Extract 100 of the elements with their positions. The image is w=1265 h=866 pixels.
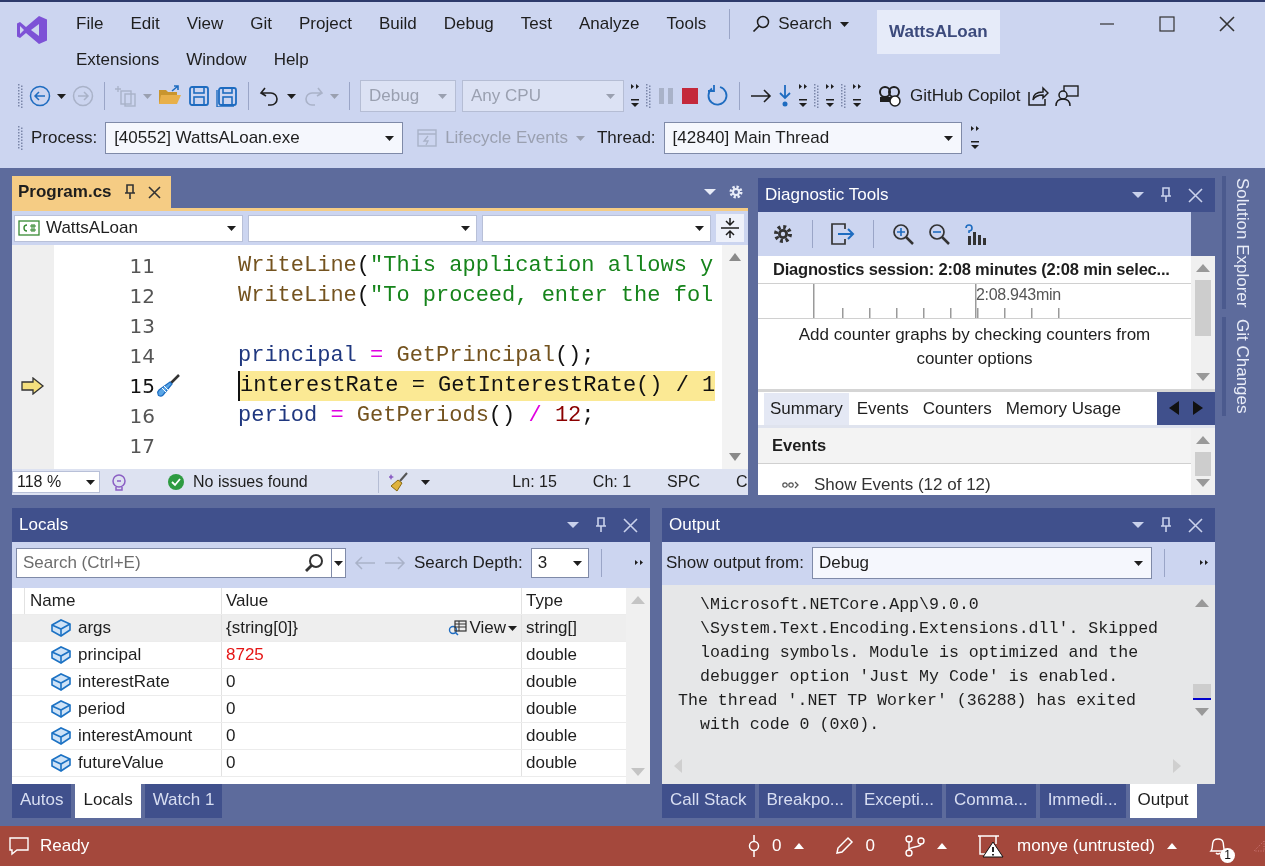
step-into-icon[interactable]	[778, 84, 792, 108]
reset-zoom-icon[interactable]	[964, 223, 986, 245]
column-header[interactable]: Value	[222, 588, 522, 614]
pending-changes[interactable]: 0	[833, 836, 876, 856]
tab[interactable]: Breakpo...	[758, 784, 853, 818]
scroll-left-icon[interactable]	[1169, 401, 1179, 416]
tab[interactable]: Output	[1129, 784, 1197, 818]
thread-dropdown[interactable]: [42840] Main Thread	[663, 122, 962, 154]
toolbar-grip[interactable]	[814, 83, 819, 109]
tab[interactable]: Locals	[75, 784, 141, 818]
output-source-dropdown[interactable]: Debug	[811, 547, 1152, 579]
side-tab[interactable]: Solution Explorer	[1222, 176, 1258, 310]
variable-row[interactable]: period 0 double	[12, 696, 626, 723]
scroll-down-icon[interactable]	[1196, 479, 1210, 487]
encoding-indicator[interactable]: C	[736, 473, 748, 491]
arrow-right-icon[interactable]	[750, 88, 772, 104]
menu-item[interactable]: Test	[510, 14, 562, 34]
variable-row[interactable]: interestAmount 0 double	[12, 723, 626, 750]
cleanup-icon[interactable]	[388, 472, 411, 492]
toolbar-grip[interactable]	[646, 83, 651, 109]
scrollbar-thumb[interactable]	[1195, 452, 1211, 476]
menu-item[interactable]: Extensions	[66, 50, 170, 70]
save-icon[interactable]	[188, 85, 210, 107]
settings-icon[interactable]	[772, 223, 794, 245]
tab[interactable]: Watch 1	[144, 784, 223, 818]
scrollbar[interactable]	[722, 245, 748, 469]
settings-icon[interactable]	[728, 184, 744, 200]
scroll-right-icon[interactable]	[1193, 401, 1203, 416]
search-button[interactable]: Search	[746, 10, 856, 38]
depth-dropdown[interactable]: 3	[530, 548, 589, 578]
menu-item[interactable]: Analyze	[569, 14, 650, 34]
overflow-icon[interactable]	[969, 125, 980, 151]
toolbar-grip[interactable]	[18, 83, 23, 109]
branch-button[interactable]	[905, 835, 948, 857]
search-field[interactable]: Search (Ctrl+E)	[16, 548, 332, 578]
share-icon[interactable]	[1026, 85, 1049, 107]
tab[interactable]: Call Stack	[662, 784, 755, 818]
restart-icon[interactable]	[705, 84, 729, 108]
tab[interactable]: Summary	[764, 393, 849, 425]
folder-icon[interactable]	[158, 85, 182, 107]
scroll-down-icon[interactable]	[1196, 372, 1210, 381]
output-icon[interactable]	[8, 836, 30, 856]
scroll-down-icon[interactable]	[729, 453, 741, 461]
variable-row[interactable]: args {string[0]} View string[]	[12, 615, 626, 642]
stop-icon[interactable]	[681, 87, 699, 105]
caret-icon[interactable]	[793, 843, 804, 849]
line-indicator[interactable]: Ln: 15	[512, 473, 557, 491]
issues-text[interactable]: No issues found	[193, 473, 308, 491]
column-indicator[interactable]: Ch: 1	[592, 473, 632, 491]
tab[interactable]: Excepti...	[856, 784, 942, 818]
zoom-out-icon[interactable]	[928, 223, 950, 245]
side-tab[interactable]: Git Changes	[1222, 317, 1258, 416]
overflow-icon[interactable]	[852, 83, 862, 109]
caret-icon[interactable]	[57, 93, 66, 99]
menu-item[interactable]: Project	[289, 14, 362, 34]
toolbar-grip[interactable]	[841, 83, 846, 109]
show-events-link[interactable]: Show Events (12 of 12)	[758, 464, 1191, 495]
dropdown-icon[interactable]	[567, 521, 579, 529]
feedback-icon[interactable]	[1054, 85, 1079, 107]
menu-item[interactable]: Debug	[433, 14, 504, 34]
document-tab[interactable]: Program.cs	[12, 176, 171, 208]
close-icon[interactable]	[147, 185, 161, 199]
caret-icon[interactable]	[937, 843, 948, 849]
tab[interactable]: Comma...	[945, 784, 1036, 818]
dropdown-icon[interactable]	[1132, 521, 1144, 529]
copilot-button[interactable]: GitHub Copilot	[878, 85, 1021, 107]
tab[interactable]: Immedi...	[1039, 784, 1126, 818]
dropdown-icon[interactable]	[704, 188, 716, 196]
project-dropdown[interactable]: WattsALoan	[14, 214, 243, 242]
scroll-up-icon[interactable]	[1195, 599, 1209, 607]
column-header[interactable]: Type	[522, 588, 626, 614]
close-icon[interactable]	[1219, 16, 1235, 32]
tab[interactable]: Events	[850, 393, 915, 425]
screwdriver-icon[interactable]	[155, 373, 181, 399]
repository-button[interactable]: monye (untrusted)	[977, 834, 1177, 858]
menu-item[interactable]: Help	[263, 50, 319, 70]
menu-item[interactable]: Git	[240, 14, 282, 34]
pin-icon[interactable]	[123, 184, 136, 200]
overflow-icon[interactable]	[630, 83, 640, 109]
incoming-commits[interactable]: 0	[748, 835, 804, 857]
overflow-icon[interactable]	[1199, 559, 1209, 567]
variable-row[interactable]: principal 8725 double	[12, 642, 626, 669]
menu-item[interactable]: View	[176, 14, 234, 34]
view-button[interactable]: View	[447, 618, 521, 638]
overflow-icon[interactable]	[825, 83, 835, 109]
scroll-up-icon[interactable]	[729, 253, 741, 261]
caret-icon[interactable]	[287, 93, 296, 99]
resize-grip-icon[interactable]	[1253, 840, 1265, 852]
process-dropdown[interactable]: [40552] WattsALoan.exe	[105, 122, 404, 154]
toolbar-grip[interactable]	[18, 125, 23, 151]
menu-item[interactable]: Window	[176, 50, 257, 70]
variable-row[interactable]: interestRate 0 double	[12, 669, 626, 696]
tab[interactable]: Memory Usage	[999, 393, 1127, 425]
menu-item[interactable]: Edit	[120, 14, 170, 34]
maximize-icon[interactable]	[1159, 16, 1175, 32]
scrollbar-thumb[interactable]	[1193, 684, 1211, 700]
export-icon[interactable]	[831, 223, 855, 245]
column-header[interactable]: Name	[24, 588, 222, 614]
dropdown-icon[interactable]	[1132, 191, 1144, 199]
scrollbar[interactable]	[1191, 256, 1215, 389]
